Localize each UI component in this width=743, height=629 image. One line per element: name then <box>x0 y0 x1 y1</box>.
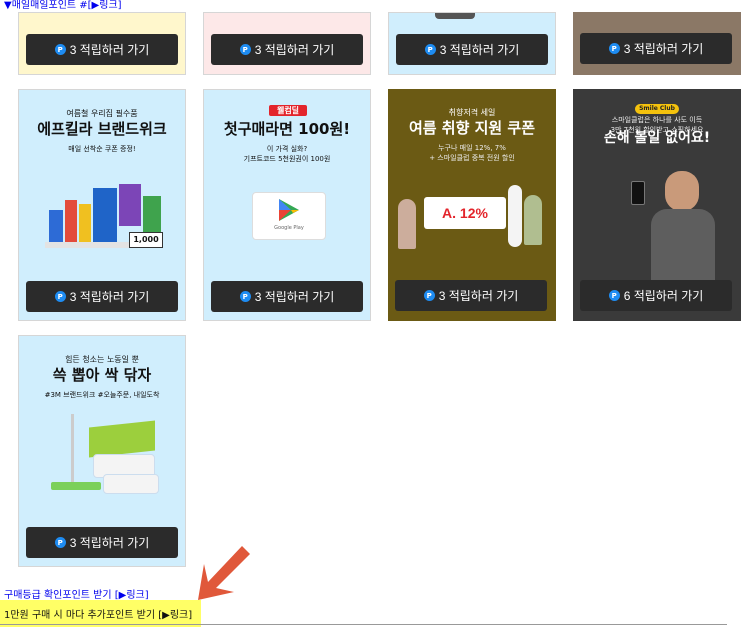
card-title: 에프킬라 브랜드위크 <box>37 120 167 138</box>
card-description: 이 가격 실화? 기프트코드 5천원권이 100원 <box>243 145 331 163</box>
point-icon: P <box>424 44 436 55</box>
card-title: 쓱 뽑아 싹 닦자 <box>52 366 152 384</box>
card-row1-4: P 3 적립하러 가기 <box>573 12 741 75</box>
card-description: 매일 선착순 쿠폰 증정! <box>68 145 136 153</box>
extra-point-link-text[interactable]: 1만원 구매 시 마다 추가포인트 받기 [▶링크] <box>4 610 192 621</box>
earn-button[interactable]: P 6 적립하러 가기 <box>580 280 732 311</box>
earn-button-label: 3 적립하러 가기 <box>623 42 704 56</box>
earn-button[interactable]: P 3 적립하러 가기 <box>396 34 548 65</box>
arrow-icon <box>198 546 250 600</box>
grade-point-link[interactable]: 구매등급 확인포인트 받기 [▶링크] <box>4 586 149 601</box>
gift-card: Google Play <box>252 192 326 240</box>
card-description: 누구나 매일 12%, 7% + 스마일클럽 중복 전원 할인 <box>429 144 515 162</box>
card-row1-2: P 3 적립하러 가기 <box>203 12 371 75</box>
play-icon <box>279 199 299 221</box>
card-description: #3M 브랜드위크 #오늘주문, 내일도착 <box>44 391 160 399</box>
earn-button-label: 6 적립하러 가기 <box>623 289 704 303</box>
card-taste-sale[interactable]: 취향저격 세일 여름 취향 지원 쿠폰 누구나 매일 12%, 7% + 스마일… <box>388 89 556 321</box>
point-icon: P <box>608 290 620 301</box>
daily-point-link[interactable]: ▼매일매일포인트 #[▶링크] <box>4 0 122 12</box>
earn-button-label: 3 적립하러 가기 <box>69 290 150 304</box>
coupon-ticket: A. 12% <box>424 197 506 229</box>
popsicle-decoration <box>524 195 542 245</box>
earn-button-label: 3 적립하러 가기 <box>438 289 519 303</box>
price-badge: 1,000 <box>129 232 163 248</box>
divider <box>0 624 727 625</box>
earn-button-label: 3 적립하러 가기 <box>69 43 150 57</box>
earn-button[interactable]: P 3 적립하러 가기 <box>211 34 363 65</box>
card-fkiller[interactable]: 여름철 우리집 필수품 에프킬라 브랜드위크 매일 선착순 쿠폰 증정! 1,0… <box>18 89 186 321</box>
product-image-fragment <box>435 13 475 19</box>
point-icon: P <box>54 44 66 55</box>
earn-button-label: 3 적립하러 가기 <box>254 290 335 304</box>
earn-button[interactable]: P 3 적립하러 가기 <box>26 34 178 65</box>
earn-button[interactable]: P 3 적립하러 가기 <box>211 281 363 312</box>
card-3m-week[interactable]: 힘든 청소는 노동일 뿐 쓱 뽑아 싹 닦자 #3M 브랜드위크 #오늘주문, … <box>18 335 186 567</box>
earn-button-label: 3 적립하러 가기 <box>69 536 150 550</box>
daily-point-link-text[interactable]: ▼매일매일포인트 #[▶링크] <box>4 0 122 11</box>
card-row1-1: P 3 적립하러 가기 <box>18 12 186 75</box>
earn-button[interactable]: P 3 적립하러 가기 <box>580 33 732 64</box>
card-title: 손해 볼일 없어요! <box>603 130 711 146</box>
card-title: 첫구매라면 100원! <box>223 120 351 138</box>
card-row1-3: P 3 적립하러 가기 <box>388 12 556 75</box>
earn-button[interactable]: P 3 적립하러 가기 <box>395 280 547 311</box>
mop-image <box>47 414 159 494</box>
earn-button[interactable]: P 3 적립하러 가기 <box>26 527 178 558</box>
extra-point-link[interactable]: 1만원 구매 시 마다 추가포인트 받기 [▶링크] <box>0 600 201 627</box>
point-icon: P <box>608 43 620 54</box>
earn-button[interactable]: P 3 적립하러 가기 <box>26 281 178 312</box>
point-icon: P <box>54 537 66 548</box>
point-icon: P <box>54 291 66 302</box>
device-image <box>508 185 522 247</box>
popsicle-decoration <box>398 199 416 249</box>
card-title: 여름 취향 지원 쿠폰 <box>408 119 536 137</box>
card-welcome-deal[interactable]: 웰컴딜 첫구매라면 100원! 이 가격 실화? 기프트코드 5천원권이 100… <box>203 89 371 321</box>
earn-button-label: 3 적립하러 가기 <box>439 43 520 57</box>
point-icon: P <box>239 291 251 302</box>
card-subtitle: 웰컴딜 <box>269 105 307 116</box>
earn-button-label: 3 적립하러 가기 <box>254 43 335 57</box>
smile-club-logo: Smile Club <box>635 104 679 114</box>
point-icon: P <box>239 44 251 55</box>
gift-card-label: Google Play <box>274 225 304 231</box>
card-smile-club[interactable]: Smile Club 스마일클럽은 하나를 사도 이득 3만 7천원 할인받고 … <box>573 89 741 321</box>
point-icon: P <box>423 290 435 301</box>
person-photo <box>631 171 723 281</box>
